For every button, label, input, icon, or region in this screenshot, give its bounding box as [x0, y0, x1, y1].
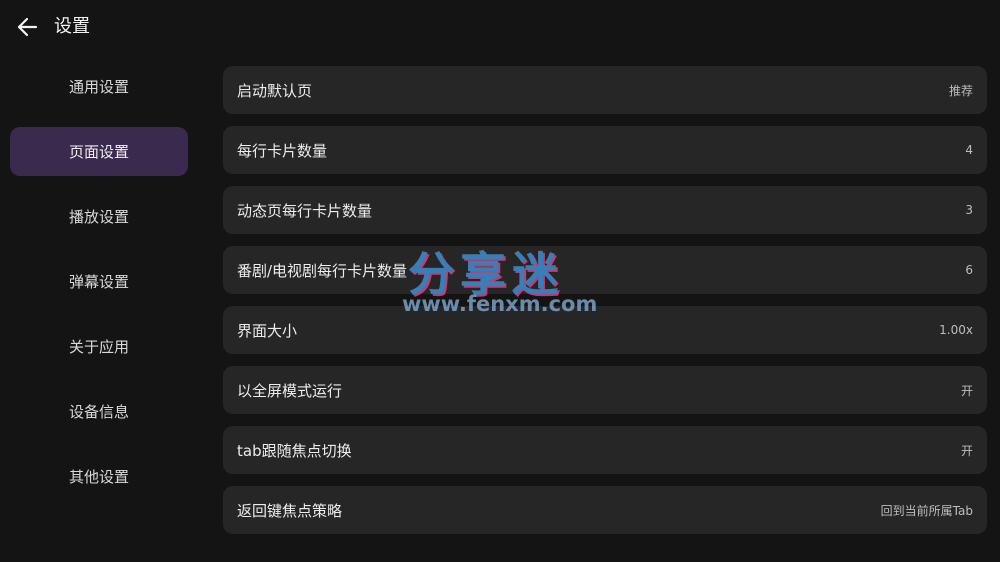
setting-row-series-cards-per-row[interactable]: 番剧/电视剧每行卡片数量 6 — [223, 246, 987, 294]
sidebar: 通用设置 页面设置 播放设置 弹幕设置 关于应用 设备信息 其他设置 — [10, 62, 188, 517]
sidebar-item-label: 关于应用 — [69, 338, 130, 356]
sidebar-item-danmaku[interactable]: 弹幕设置 — [10, 257, 188, 306]
setting-value: 推荐 — [948, 83, 973, 98]
setting-label: 每行卡片数量 — [237, 141, 328, 160]
setting-row-cards-per-row[interactable]: 每行卡片数量 4 — [223, 126, 987, 174]
sidebar-item-label: 其他设置 — [69, 468, 130, 486]
setting-label: 返回键焦点策略 — [237, 501, 343, 520]
setting-label: 以全屏模式运行 — [237, 381, 343, 400]
sidebar-item-label: 播放设置 — [69, 208, 130, 226]
setting-row-fullscreen[interactable]: 以全屏模式运行 开 — [223, 366, 987, 414]
setting-value: 6 — [965, 263, 973, 277]
setting-value: 4 — [965, 143, 973, 157]
sidebar-item-label: 通用设置 — [69, 78, 130, 96]
sidebar-item-label: 弹幕设置 — [69, 273, 130, 291]
sidebar-item-other[interactable]: 其他设置 — [10, 452, 188, 501]
arrow-left-icon — [17, 17, 38, 37]
setting-label: 动态页每行卡片数量 — [237, 201, 373, 220]
setting-value: 3 — [965, 203, 973, 217]
sidebar-item-page[interactable]: 页面设置 — [10, 127, 188, 176]
top-bar: 设置 — [0, 0, 1000, 56]
setting-value: 开 — [960, 383, 973, 398]
setting-label: 界面大小 — [237, 321, 298, 340]
setting-row-ui-scale[interactable]: 界面大小 1.00x — [223, 306, 987, 354]
sidebar-item-label: 设备信息 — [69, 403, 130, 421]
setting-value: 开 — [960, 443, 973, 458]
setting-row-tab-follow-focus[interactable]: tab跟随焦点切换 开 — [223, 426, 987, 474]
back-button[interactable] — [14, 14, 40, 40]
setting-row-back-key-focus[interactable]: 返回键焦点策略 回到当前所属Tab — [223, 486, 987, 534]
settings-screen: 设置 通用设置 页面设置 播放设置 弹幕设置 关于应用 设备信息 其他设置 启动… — [0, 0, 1000, 562]
setting-row-startup-page[interactable]: 启动默认页 推荐 — [223, 66, 987, 114]
setting-label: tab跟随焦点切换 — [237, 441, 352, 460]
sidebar-item-playback[interactable]: 播放设置 — [10, 192, 188, 241]
settings-list: 启动默认页 推荐 每行卡片数量 4 动态页每行卡片数量 3 番剧/电视剧每行卡片… — [223, 66, 987, 546]
setting-label: 启动默认页 — [237, 81, 313, 100]
setting-label: 番剧/电视剧每行卡片数量 — [237, 261, 408, 280]
setting-row-dynamic-cards-per-row[interactable]: 动态页每行卡片数量 3 — [223, 186, 987, 234]
page-title: 设置 — [54, 16, 90, 37]
setting-value: 回到当前所属Tab — [880, 503, 973, 518]
sidebar-item-about[interactable]: 关于应用 — [10, 322, 188, 371]
sidebar-item-device-info[interactable]: 设备信息 — [10, 387, 188, 436]
sidebar-item-label: 页面设置 — [69, 143, 130, 161]
sidebar-item-general[interactable]: 通用设置 — [10, 62, 188, 111]
setting-value: 1.00x — [939, 323, 973, 337]
